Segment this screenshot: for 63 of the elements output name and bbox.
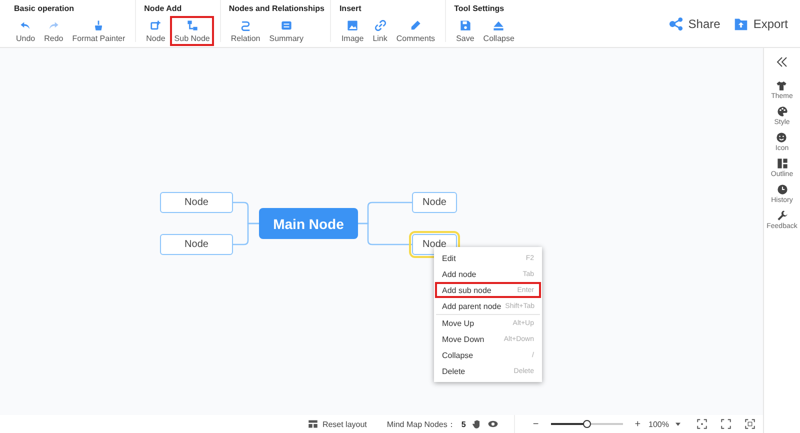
zoom-in-button[interactable]: +: [632, 418, 643, 430]
toolbar-button[interactable]: Link: [368, 16, 392, 46]
toolbar-action[interactable]: Share: [669, 16, 720, 30]
collapse-icon[interactable]: [776, 56, 788, 68]
eject-icon: [493, 20, 504, 30]
fit-button[interactable]: [697, 419, 707, 429]
layout-grid-icon: [776, 158, 788, 169]
smiley-icon: [776, 132, 788, 143]
pencil-icon: [410, 20, 422, 30]
group-title: Nodes and Relationships: [228, 4, 324, 13]
curve-icon: [240, 20, 252, 30]
toolbar-button[interactable]: Collapse: [479, 16, 518, 46]
topic-node[interactable]: Node: [160, 234, 233, 255]
brush-icon: [93, 20, 104, 30]
fullscreen-icon: [721, 419, 731, 429]
toolbar-button[interactable]: Sub Node: [170, 16, 214, 46]
undo-icon: [20, 20, 32, 30]
list-icon: [280, 20, 292, 30]
branch-icon: [186, 20, 198, 30]
fullscreen-button[interactable]: [721, 419, 731, 429]
clock-icon: [776, 184, 788, 195]
layout-icon: [308, 419, 318, 429]
palette-icon: [776, 106, 788, 117]
image-icon: [347, 20, 358, 30]
toolbar-action[interactable]: Export: [734, 16, 788, 30]
square-plus-icon: [150, 20, 162, 30]
redo-icon: [48, 20, 60, 30]
group-title: Basic operation: [14, 4, 76, 13]
link-icon: [374, 20, 386, 30]
toolbar-button[interactable]: Format Painter: [68, 16, 130, 46]
topic-node[interactable]: Node: [160, 192, 233, 213]
node-count: 5: [461, 420, 466, 428]
group-title: Tool Settings: [454, 4, 506, 13]
connector-line: [358, 222, 412, 246]
frame-icon: [745, 419, 755, 429]
share-icon: [669, 16, 684, 30]
connector-line: [233, 222, 259, 246]
topic-node[interactable]: Node: [412, 192, 457, 213]
toolbar-button[interactable]: Undo: [12, 16, 40, 46]
zoom-dropdown[interactable]: 100%: [648, 419, 683, 429]
fit-icon: [697, 419, 707, 429]
group-title: Insert: [339, 4, 362, 13]
zoom-out-button[interactable]: −: [530, 418, 541, 430]
toolbar-button[interactable]: Summary: [265, 16, 308, 46]
toolbar-button[interactable]: Redo: [40, 16, 68, 46]
toolbar-button[interactable]: Save: [452, 16, 478, 46]
group-title: Node Add: [144, 4, 183, 13]
zoom-slider-thumb[interactable]: [582, 420, 591, 428]
save-icon: [460, 20, 471, 30]
toolbar-button[interactable]: Relation: [226, 16, 264, 46]
folder-icon: [734, 16, 748, 30]
hand-icon: [472, 419, 482, 429]
toolbar-button[interactable]: Image: [337, 16, 368, 46]
reset-layout-button[interactable]: Reset layout: [308, 419, 367, 429]
eye-icon: [488, 419, 498, 429]
shirt-icon: [776, 80, 788, 91]
wrench-icon: [776, 210, 788, 221]
toolbar-button[interactable]: Node: [142, 16, 170, 46]
node-count-label: Mind Map Nodes：: [386, 418, 456, 430]
hand-tool-button[interactable]: [472, 419, 482, 429]
frame-button[interactable]: [745, 419, 755, 429]
view-button[interactable]: [488, 419, 498, 429]
toolbar-button[interactable]: Comments: [392, 16, 440, 46]
